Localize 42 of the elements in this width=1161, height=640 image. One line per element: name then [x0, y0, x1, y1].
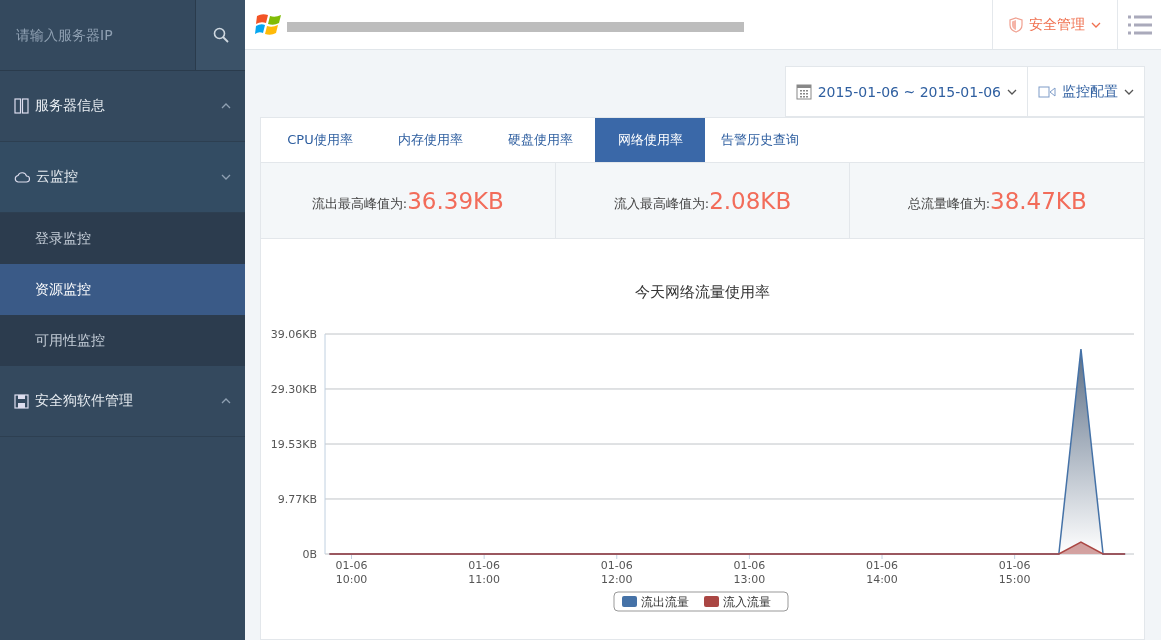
y-tick-label: 19.53KB — [270, 438, 317, 451]
x-tick-label: 01-06 10:00 — [335, 559, 368, 586]
stat-value: 38.47KB — [990, 187, 1087, 214]
tab[interactable]: 网络使用率 — [595, 118, 705, 162]
y-tick-label: 9.77KB — [277, 492, 317, 506]
calendar-icon — [795, 83, 812, 100]
chevron-up-icon — [221, 398, 231, 404]
monitor-config-button[interactable]: 监控配置 — [1027, 66, 1145, 117]
x-tick-label: 01-06 14:00 — [866, 559, 898, 586]
stat-value: 2.08KB — [709, 187, 792, 214]
search-icon — [212, 27, 229, 43]
chevron-down-icon — [1091, 21, 1101, 28]
sidebar-group[interactable]: 云监控 — [0, 142, 245, 213]
legend-label: 流出流量 — [641, 595, 689, 609]
x-tick-label: 01-06 12:00 — [600, 559, 633, 586]
y-tick-label: 39.06KB — [270, 328, 317, 341]
sidebar-item[interactable]: 资源监控 — [0, 264, 245, 315]
chevron-down-icon — [1124, 88, 1134, 95]
x-tick-label: 01-06 15:00 — [998, 559, 1031, 586]
shield-icon — [1009, 16, 1023, 33]
x-tick-label: 01-06 13:00 — [733, 559, 766, 586]
server-icon — [14, 98, 29, 114]
chart-title: 今天网络流量使用率 — [634, 283, 771, 302]
sidebar-item[interactable]: 登录监控 — [0, 213, 245, 264]
stat-label: 流出最高峰值为: — [311, 194, 408, 213]
stat-label: 流入最高峰值为: — [613, 194, 710, 213]
y-tick-label: 29.30KB — [270, 382, 317, 396]
menu-icon — [1127, 14, 1152, 35]
date-range-picker[interactable]: 2015-01-06 ~ 2015-01-06 — [784, 66, 1027, 117]
windows-logo-icon — [255, 11, 283, 38]
chevron-up-icon — [221, 103, 231, 109]
legend-label: 流入流量 — [723, 595, 771, 609]
chevron-down-icon — [1007, 88, 1017, 95]
y-tick-label: 0B — [302, 548, 317, 561]
x-tick-label: 01-06 11:00 — [468, 559, 501, 586]
stat-label: 总流量峰值为: — [907, 194, 990, 213]
stat-value: 36.39KB — [407, 187, 504, 214]
sidebar-item[interactable]: 可用性监控 — [0, 315, 245, 366]
chevron-down-icon — [221, 174, 231, 180]
search-button[interactable] — [195, 0, 245, 70]
video-camera-icon — [1038, 85, 1056, 98]
cloud-icon — [14, 171, 30, 183]
